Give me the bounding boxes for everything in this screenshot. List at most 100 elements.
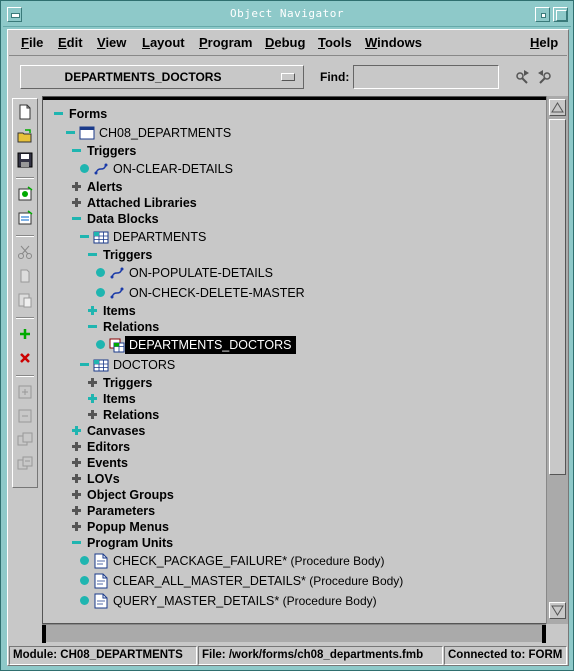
vertical-scroll-thumb[interactable] <box>549 119 566 475</box>
menu-windows[interactable]: Windows <box>365 35 422 50</box>
tree-node-label[interactable]: DOCTORS <box>113 358 175 372</box>
tree-node-label[interactable]: Canvases <box>87 424 145 438</box>
tree-node-label[interactable]: Data Blocks <box>87 212 159 226</box>
object-tree[interactable]: Forms CH08_DEPARTMENTS Triggers ON-CLEAR-DE… <box>42 96 546 624</box>
new-icon[interactable] <box>16 103 34 121</box>
tree-node-label[interactable]: Alerts <box>87 180 122 194</box>
expand-toggle-icon[interactable] <box>71 441 82 452</box>
tree-node-lovs[interactable]: LOVs <box>43 471 543 487</box>
menu-program[interactable]: Program <box>199 35 252 50</box>
tree-node-label[interactable]: LOVs <box>87 472 120 486</box>
create-icon[interactable] <box>16 325 34 343</box>
compile-icon[interactable] <box>16 209 34 227</box>
menu-edit[interactable]: Edit <box>58 35 83 50</box>
collapse-icon[interactable] <box>16 407 34 425</box>
tree-node-label[interactable]: Items <box>103 304 136 318</box>
horizontal-scrollbar[interactable] <box>42 624 546 643</box>
tree-node-triggers[interactable]: Triggers <box>43 375 543 391</box>
save-icon[interactable] <box>16 151 34 169</box>
menu-help[interactable]: Help <box>530 35 558 50</box>
expand-toggle-icon[interactable] <box>87 393 98 404</box>
tree-node-alerts[interactable]: Alerts <box>43 179 543 195</box>
scroll-up-icon[interactable] <box>549 99 566 116</box>
expand-toggle-icon[interactable] <box>87 409 98 420</box>
collapse-toggle-icon[interactable] <box>87 321 98 332</box>
tree-node-data-blocks[interactable]: Data Blocks <box>43 211 543 227</box>
tree-node-label[interactable]: Attached Libraries <box>87 196 197 210</box>
scroll-right-icon[interactable] <box>542 625 546 643</box>
tree-node-query-master-details[interactable]: QUERY_MASTER_DETAILS* (Procedure Body) <box>43 593 543 609</box>
tree-node-label[interactable]: Relations <box>103 408 159 422</box>
menu-layout[interactable]: Layout <box>142 35 185 50</box>
tree-node-label[interactable]: Events <box>87 456 128 470</box>
collapse-toggle-icon[interactable] <box>71 145 82 156</box>
tree-node-label[interactable]: CH08_DEPARTMENTS <box>99 126 231 140</box>
scroll-down-icon[interactable] <box>549 602 566 619</box>
expand-toggle-icon[interactable] <box>71 505 82 516</box>
tree-node-program-units[interactable]: Program Units <box>43 535 543 551</box>
expand-toggle-icon[interactable] <box>71 425 82 436</box>
tree-node-on-populate-details[interactable]: ON-POPULATE-DETAILS <box>43 265 543 281</box>
tree-node-popup-menus[interactable]: Popup Menus <box>43 519 543 535</box>
expand-toggle-icon[interactable] <box>71 197 82 208</box>
tree-node-label[interactable]: Triggers <box>103 376 152 390</box>
menu-file[interactable]: File <box>21 35 43 50</box>
open-icon[interactable] <box>16 127 34 145</box>
collapse-toggle-icon[interactable] <box>79 231 90 242</box>
tree-node-doctors[interactable]: DOCTORS <box>43 357 543 373</box>
tree-node-on-clear-details[interactable]: ON-CLEAR-DETAILS <box>43 161 543 177</box>
tree-node-label[interactable]: Program Units <box>87 536 173 550</box>
expand-all-icon[interactable] <box>16 431 34 449</box>
tree-node-items[interactable]: Items <box>43 391 543 407</box>
collapse-toggle-icon[interactable] <box>87 249 98 260</box>
tree-node-departments-doctors[interactable]: DEPARTMENTS_DOCTORS <box>43 336 543 354</box>
tree-node-label[interactable]: CLEAR_ALL_MASTER_DETAILS* (Procedure Bod… <box>113 574 403 588</box>
collapse-toggle-icon[interactable] <box>65 127 76 138</box>
find-forward-icon[interactable] <box>512 67 532 87</box>
tree-node-label[interactable]: Editors <box>87 440 130 454</box>
tree-node-label[interactable]: ON-CLEAR-DETAILS <box>113 162 233 176</box>
collapse-all-icon[interactable] <box>16 455 34 473</box>
tree-node-label[interactable]: Relations <box>103 320 159 334</box>
tree-node-label[interactable]: QUERY_MASTER_DETAILS* (Procedure Body) <box>113 594 377 608</box>
title-bar[interactable]: Object Navigator <box>3 3 571 27</box>
menu-view[interactable]: View <box>97 35 126 50</box>
expand-toggle-icon[interactable] <box>71 489 82 500</box>
tree-node-object-groups[interactable]: Object Groups <box>43 487 543 503</box>
tree-node-label[interactable]: Forms <box>69 107 107 121</box>
expand-toggle-icon[interactable] <box>71 181 82 192</box>
expand-icon[interactable] <box>16 383 34 401</box>
tree-node-ch08-departments[interactable]: CH08_DEPARTMENTS <box>43 125 543 141</box>
tree-node-relations[interactable]: Relations <box>43 319 543 335</box>
tree-node-label[interactable]: DEPARTMENTS_DOCTORS <box>125 336 296 354</box>
tree-node-label[interactable]: Triggers <box>87 144 136 158</box>
tree-node-label[interactable]: Object Groups <box>87 488 174 502</box>
maximize-button[interactable] <box>553 7 568 22</box>
tree-node-editors[interactable]: Editors <box>43 439 543 455</box>
tree-node-label[interactable]: Items <box>103 392 136 406</box>
tree-node-forms[interactable]: Forms <box>43 106 543 122</box>
tree-node-on-check-delete-master[interactable]: ON-CHECK-DELETE-MASTER <box>43 285 543 301</box>
cut-icon[interactable] <box>16 243 34 261</box>
menu-tools[interactable]: Tools <box>318 35 352 50</box>
tree-node-label[interactable]: ON-POPULATE-DETAILS <box>129 266 273 280</box>
expand-toggle-icon[interactable] <box>87 305 98 316</box>
delete-icon[interactable] <box>16 349 34 367</box>
tree-node-relations[interactable]: Relations <box>43 407 543 423</box>
tree-node-clear-all-master-details[interactable]: CLEAR_ALL_MASTER_DETAILS* (Procedure Bod… <box>43 573 543 589</box>
run-icon[interactable] <box>16 185 34 203</box>
expand-toggle-icon[interactable] <box>71 473 82 484</box>
tree-node-label[interactable]: Popup Menus <box>87 520 169 534</box>
expand-toggle-icon[interactable] <box>71 457 82 468</box>
tree-node-triggers[interactable]: Triggers <box>43 247 543 263</box>
tree-node-canvases[interactable]: Canvases <box>43 423 543 439</box>
find-backward-icon[interactable] <box>536 67 556 87</box>
find-input[interactable] <box>353 65 499 89</box>
tree-node-label[interactable]: Triggers <box>103 248 152 262</box>
expand-toggle-icon[interactable] <box>87 377 98 388</box>
context-combobox[interactable]: DEPARTMENTS_DOCTORS <box>20 65 304 89</box>
collapse-toggle-icon[interactable] <box>71 537 82 548</box>
menu-debug[interactable]: Debug <box>265 35 305 50</box>
collapse-toggle-icon[interactable] <box>71 213 82 224</box>
tree-node-label[interactable]: Parameters <box>87 504 155 518</box>
